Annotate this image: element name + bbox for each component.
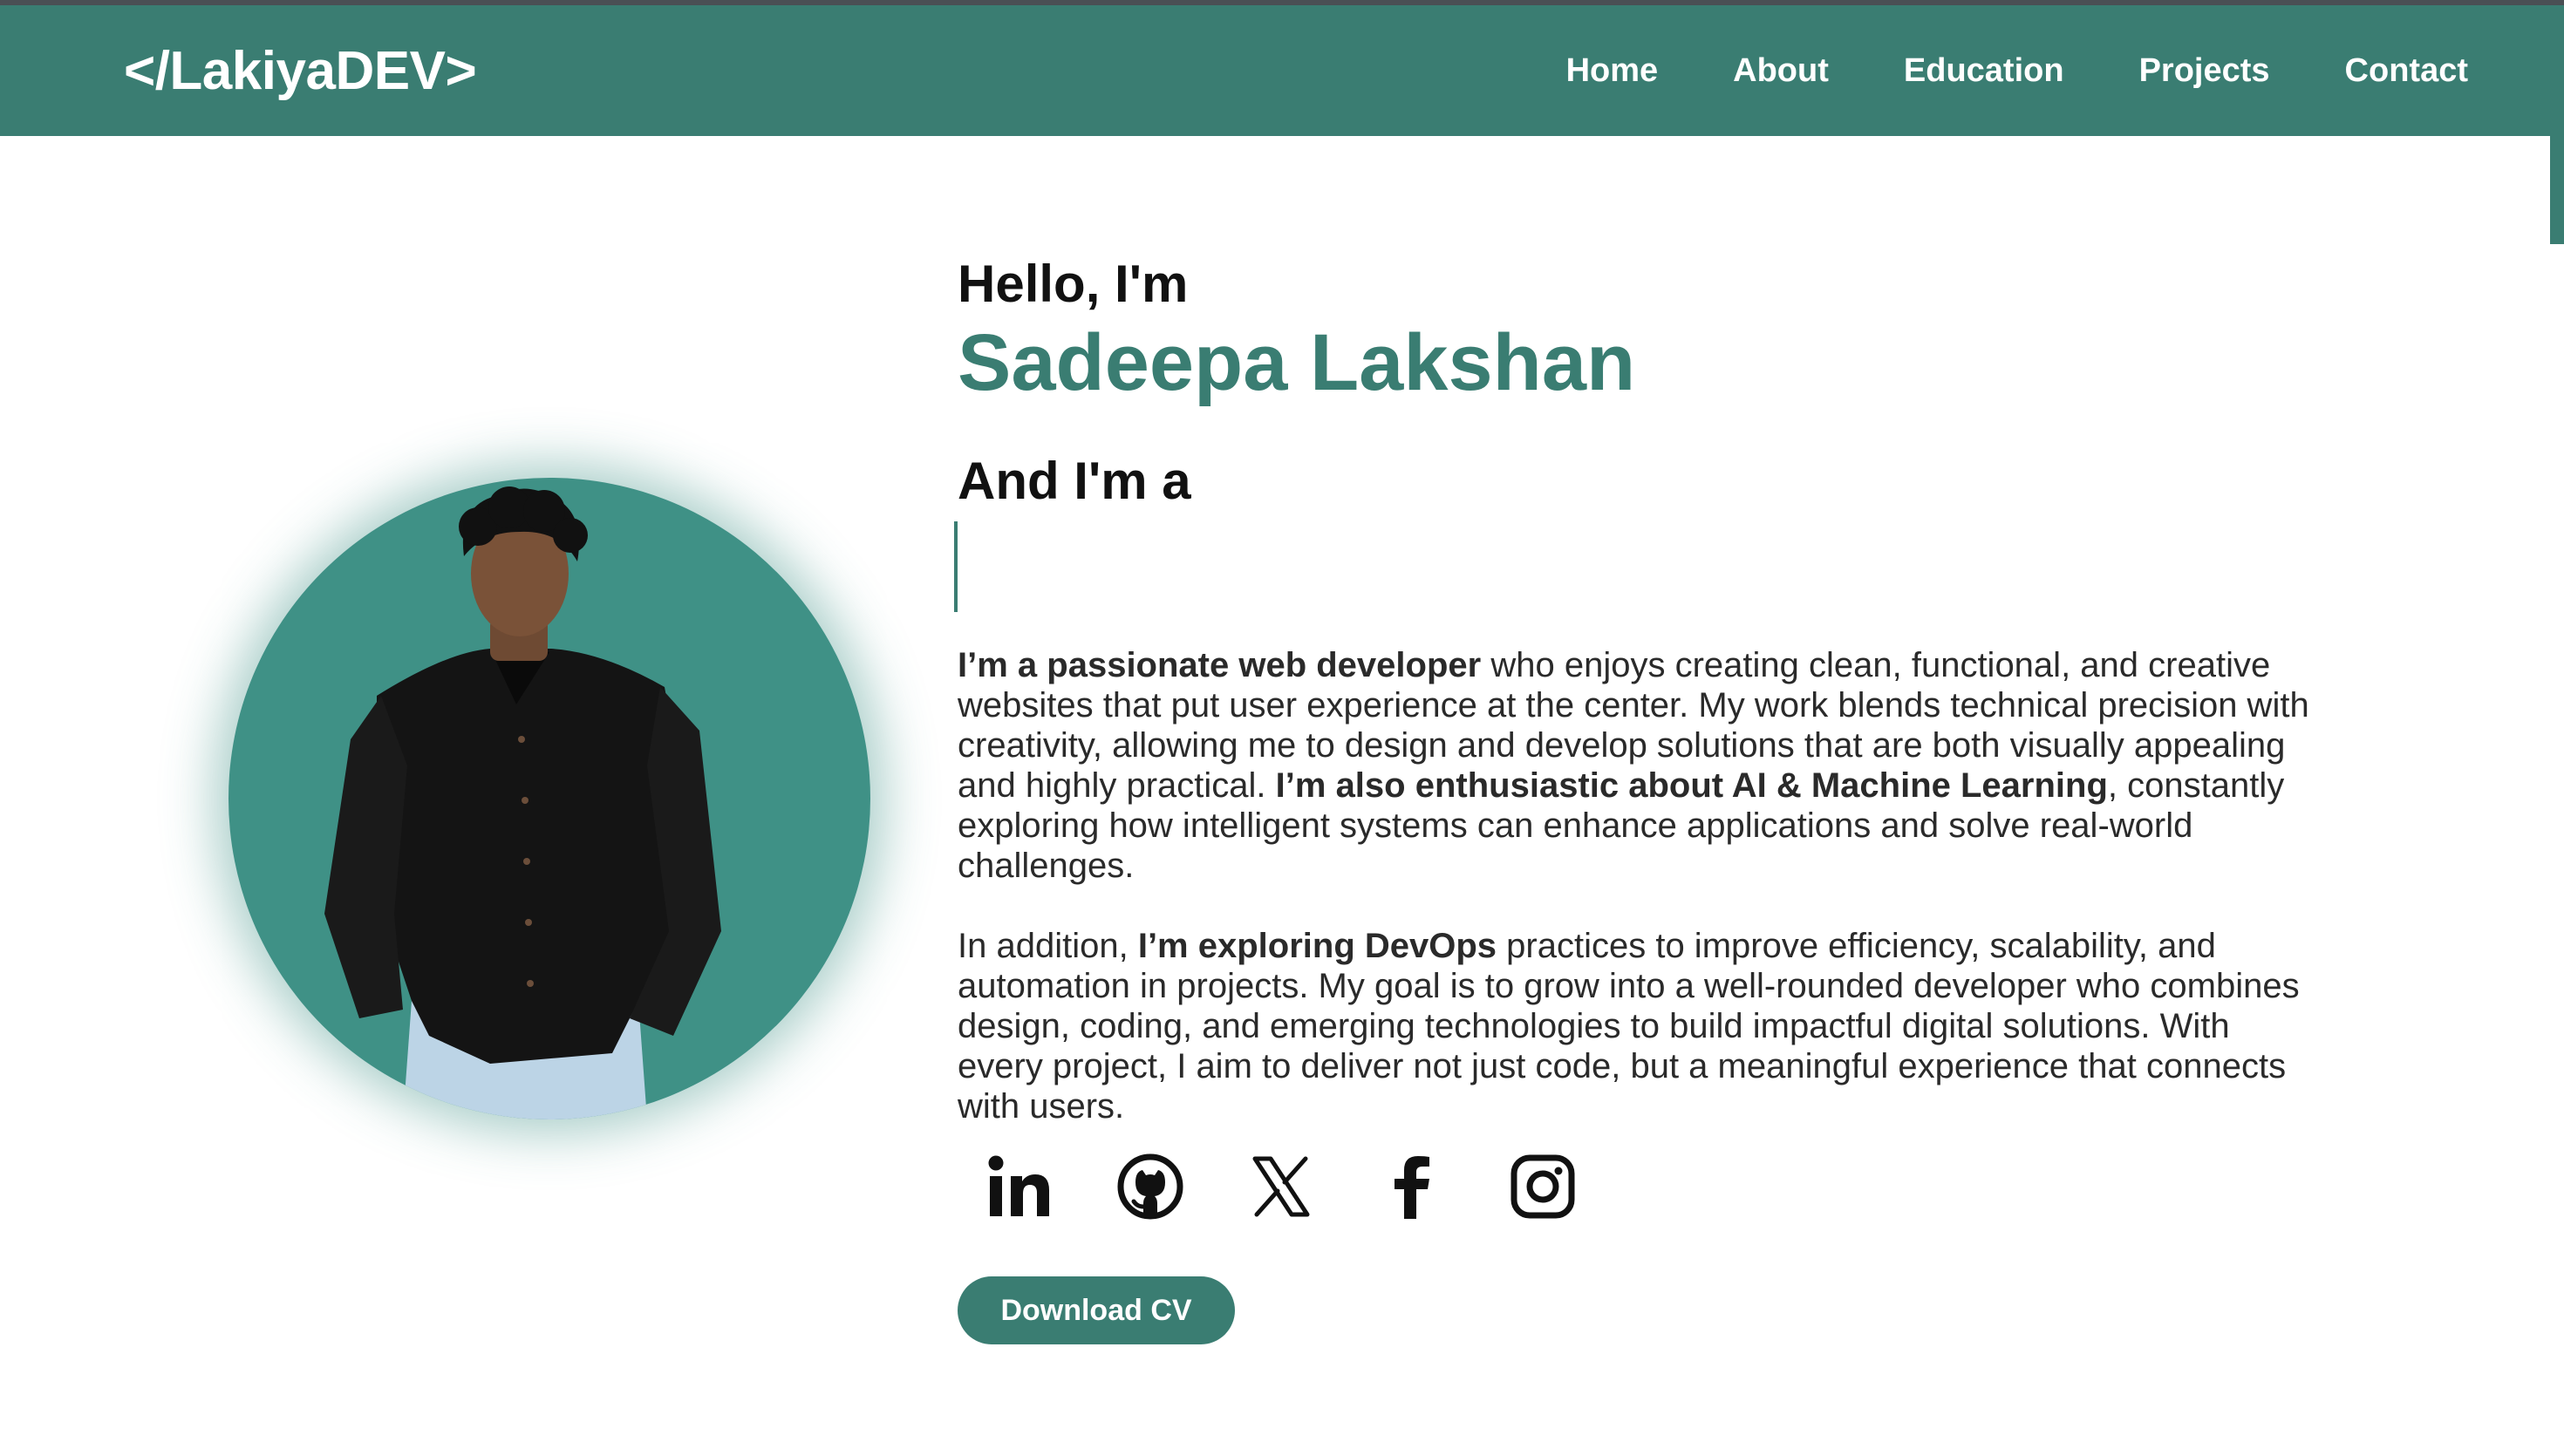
bio-bold-1: I’m a passionate web developer: [958, 646, 1482, 684]
navbar: </LakiyaDEV> Home About Education Projec…: [0, 5, 2564, 136]
bio-paragraph-1: I’m a passionate web developer who enjoy…: [958, 645, 2318, 886]
x-icon[interactable]: [1247, 1153, 1315, 1221]
hero-name: Sadeepa Lakshan: [958, 318, 1636, 407]
nav-education[interactable]: Education: [1904, 52, 2064, 90]
nav-about[interactable]: About: [1733, 52, 1829, 90]
bio-paragraph-2: In addition, I’m exploring DevOps practi…: [958, 926, 2318, 1126]
github-icon[interactable]: [1116, 1153, 1184, 1221]
site-logo[interactable]: </LakiyaDEV>: [124, 40, 477, 102]
nav-projects[interactable]: Projects: [2139, 52, 2270, 90]
profile-photo: [228, 478, 870, 1119]
linkedin-icon[interactable]: [985, 1153, 1054, 1221]
nav-home[interactable]: Home: [1566, 52, 1659, 90]
bio-bold-2: I’m also enthusiastic about AI & Machine…: [1275, 766, 2108, 805]
social-links: [985, 1153, 2318, 1221]
hero-text: Hello, I'm Sadeepa Lakshan And I'm a I’m…: [954, 253, 2318, 1344]
greeting: Hello, I'm: [958, 255, 1189, 313]
person-illustration: [324, 486, 721, 1119]
nav-links: Home About Education Projects Contact: [1566, 52, 2468, 90]
instagram-icon[interactable]: [1509, 1153, 1577, 1221]
bio-text-3: In addition,: [958, 927, 1138, 965]
bio-bold-3: I’m exploring DevOps: [1137, 927, 1497, 965]
download-cv-button[interactable]: Download CV: [958, 1276, 1235, 1344]
scrollbar-thumb[interactable]: [2550, 136, 2564, 244]
role-prefix: And I'm a: [958, 452, 1191, 510]
typing-cursor: [954, 521, 958, 612]
nav-contact[interactable]: Contact: [2345, 52, 2468, 90]
facebook-icon[interactable]: [1378, 1153, 1446, 1221]
